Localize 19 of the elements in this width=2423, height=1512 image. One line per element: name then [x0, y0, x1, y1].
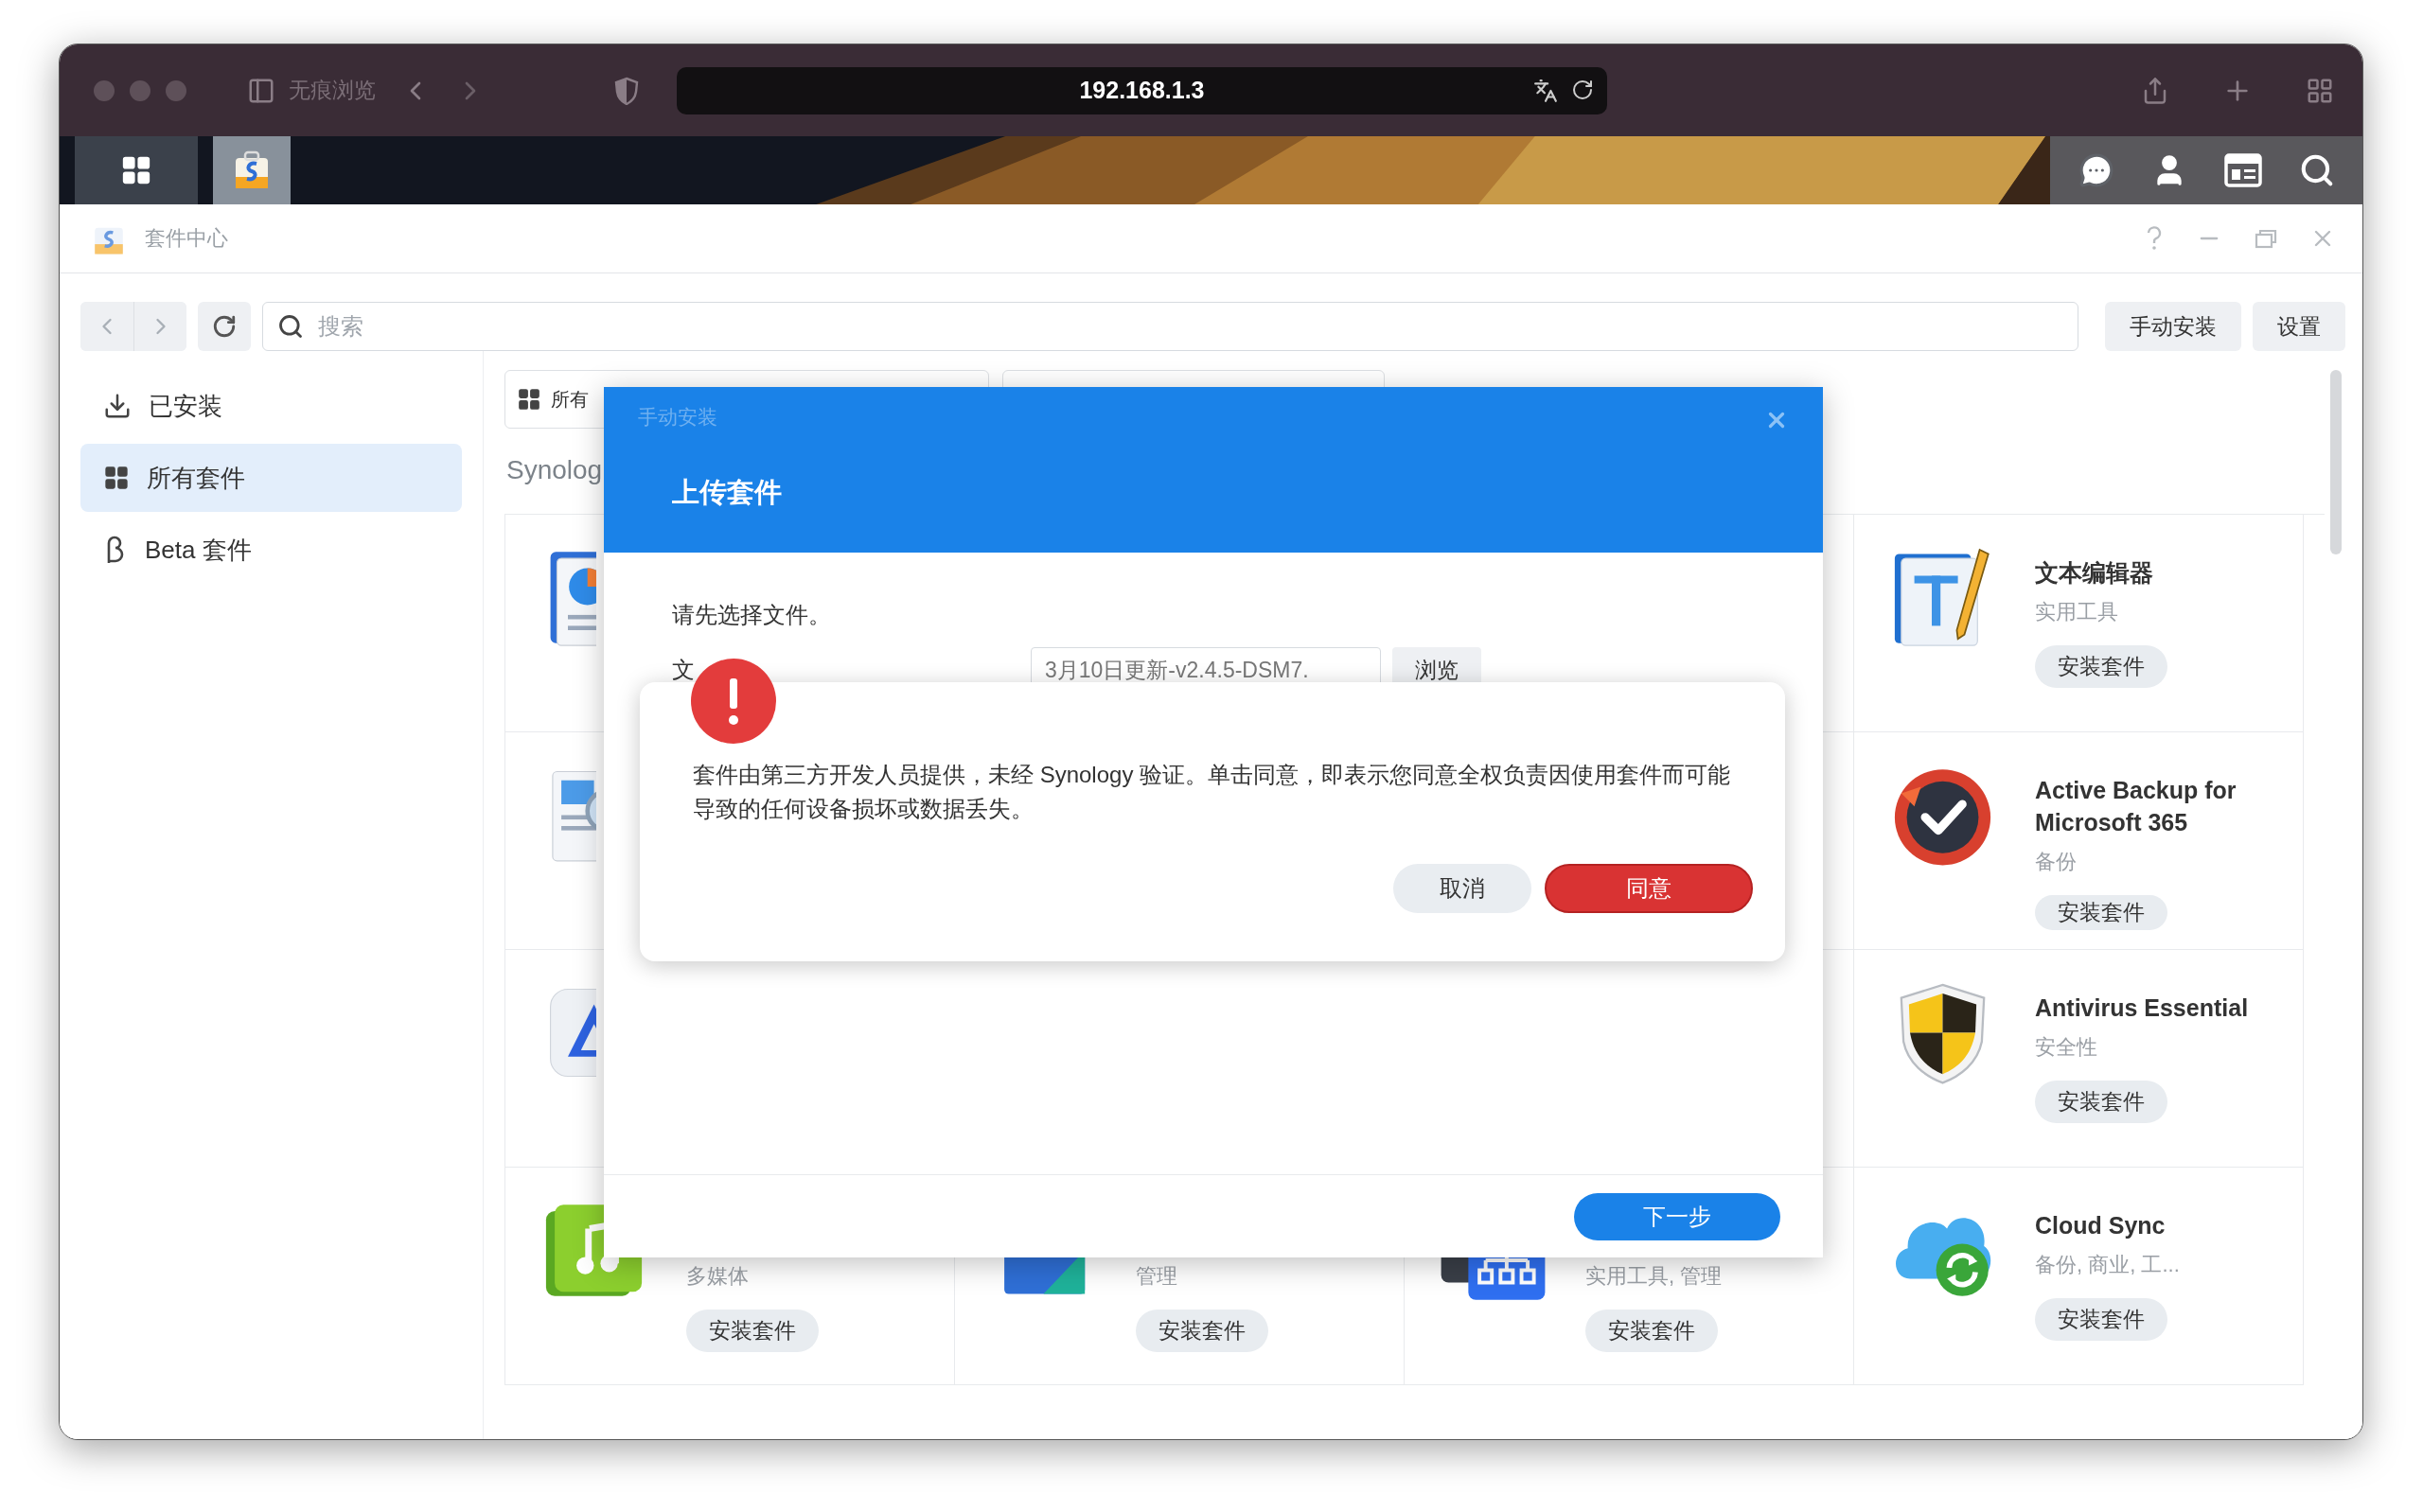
category-label: 管理 — [1136, 1263, 1177, 1290]
package-title: 文本编辑器 — [2035, 558, 2153, 588]
package-title: Cloud Sync — [2035, 1211, 2166, 1240]
package-title: Antivirus Essential — [2035, 993, 2249, 1023]
category-label: 实用工具 — [2035, 599, 2118, 625]
warning-message: 套件由第三方开发人员提供，未经 Synology 验证。单击同意，即表示您同意全权负责因使用套件而可能导致的任何设备损坏或数据丢失。 — [693, 761, 1732, 823]
prompt-text: 请先选择文件。 — [672, 601, 832, 629]
category-label: 备份 — [2035, 849, 2077, 875]
section-heading: Synolog — [506, 455, 603, 485]
package-title: Active Backup for Microsoft 365 — [2035, 776, 2237, 837]
category-label: 多媒体 — [686, 1263, 749, 1290]
category-label: 安全性 — [2035, 1034, 2097, 1061]
window-title: 套件中心 — [145, 225, 228, 252]
file-label: 文 — [672, 656, 696, 684]
category-label: 备份, 商业, 工... — [2035, 1252, 2180, 1278]
private-browsing-label: 无痕浏览 — [289, 77, 376, 104]
dialog-caption: 手动安装 — [638, 405, 717, 430]
category-label: 实用工具, 管理 — [1585, 1263, 1723, 1290]
dialog-title: 上传套件 — [672, 476, 782, 509]
